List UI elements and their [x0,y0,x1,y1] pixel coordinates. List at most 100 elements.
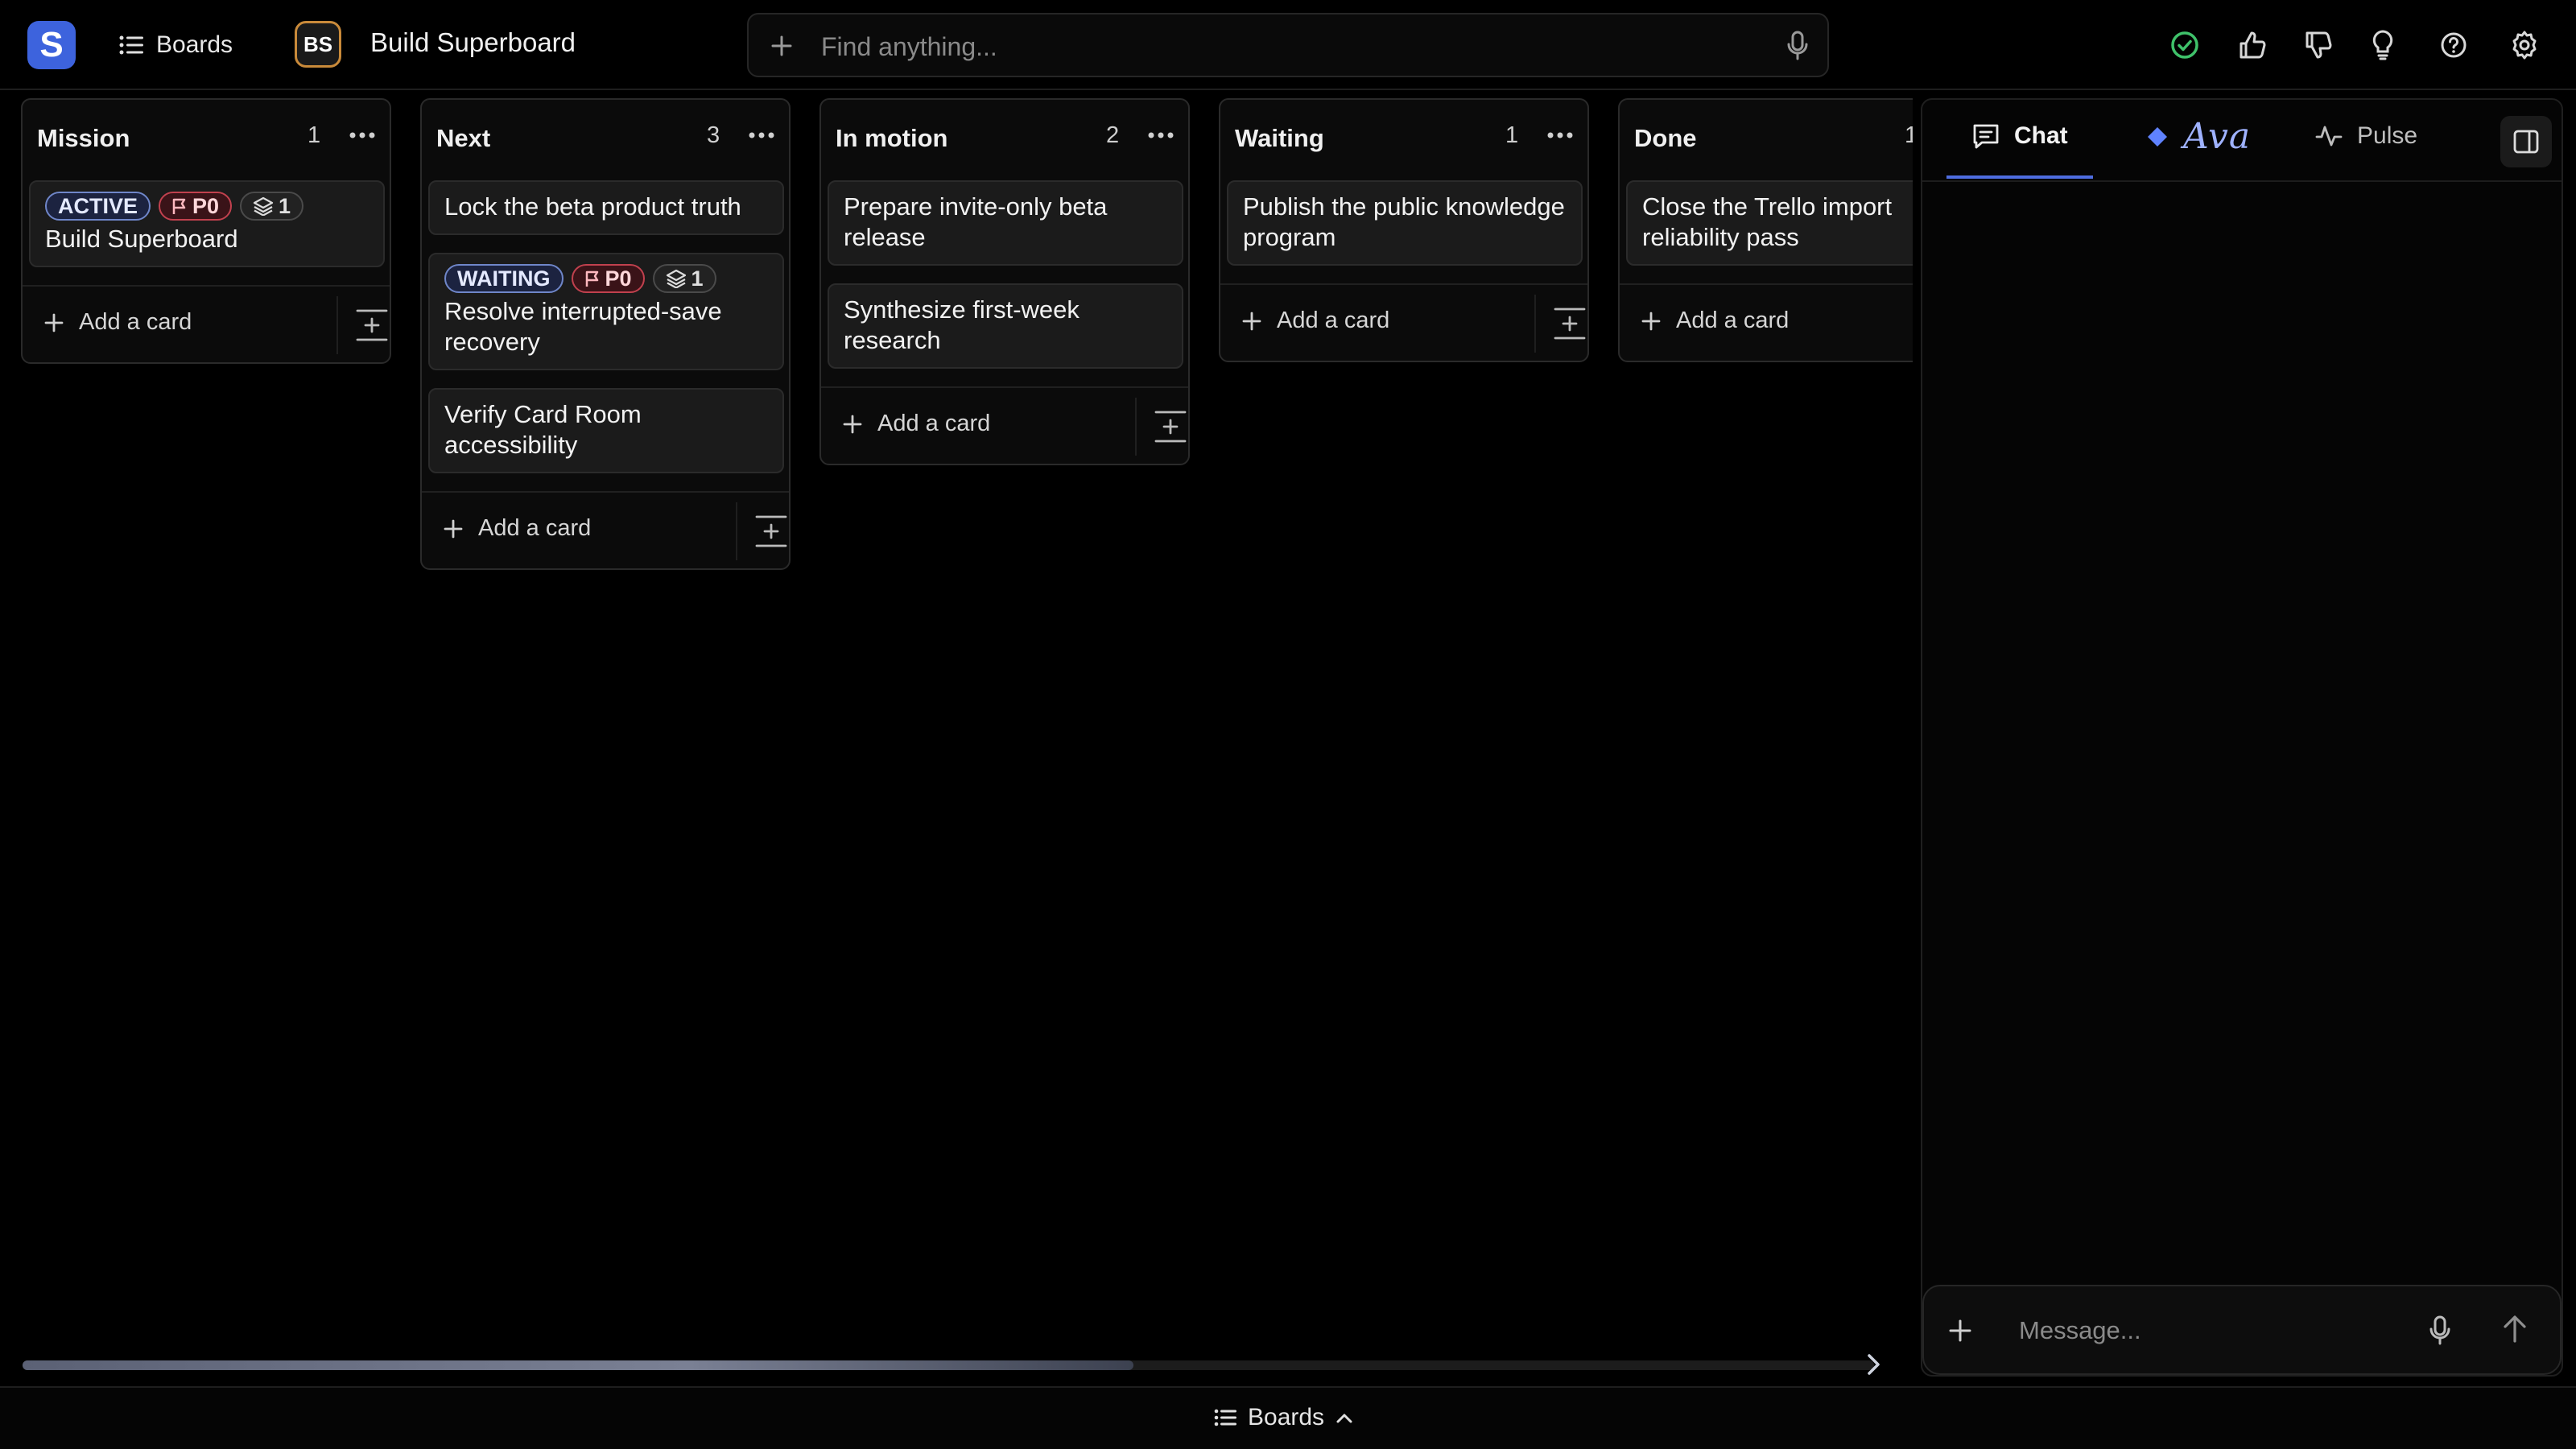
footer-divider [336,296,338,354]
card-template-icon[interactable] [755,514,787,549]
bottom-boards-button[interactable]: Boards [1214,1404,1353,1431]
subtask-badge: 1 [240,192,304,221]
add-card-button[interactable]: Add a card [842,411,990,437]
card[interactable]: Prepare invite-only beta release [828,180,1183,266]
logo-letter: S [39,25,64,64]
list-icon [1214,1409,1236,1426]
add-card-label: Add a card [79,309,192,335]
tab-ava-label: Ava [2183,116,2252,157]
card[interactable]: Publish the public knowledge program [1227,180,1583,266]
card[interactable]: ACTIVE P0 1 Build Superboard [29,180,385,267]
help-icon[interactable] [2436,27,2471,63]
assistant-panel: Chat Ava Pulse [1921,98,2563,1377]
microphone-icon[interactable] [2428,1315,2452,1346]
more-horizontal-icon[interactable] [1145,119,1177,151]
column-title[interactable]: In motion [836,124,947,153]
status-badge: WAITING [444,264,564,293]
board-avatar[interactable]: BS [295,21,341,68]
card[interactable]: Synthesize first-week research [828,283,1183,369]
board-title[interactable]: Build Superboard [370,27,576,58]
lightbulb-icon[interactable] [2365,27,2401,63]
pulse-icon [2315,126,2343,147]
plus-icon[interactable] [768,32,795,60]
column-title[interactable]: Waiting [1235,124,1324,153]
tab-pulse[interactable]: Pulse [2315,122,2417,150]
tab-chat-label: Chat [2014,122,2068,149]
diamond-icon [2148,126,2167,147]
column-next: Next 3 Lock the beta product truth WAITI… [420,98,791,570]
card-title: Publish the public knowledge program [1243,192,1565,251]
column-in-motion: In motion 2 Prepare invite-only beta rel… [819,98,1190,465]
column-footer: Add a card [422,491,789,568]
add-card-button[interactable]: Add a card [1241,308,1389,334]
plus-icon [1641,312,1661,330]
message-composer [1922,1285,2562,1375]
send-arrow-icon[interactable] [2500,1314,2529,1344]
board-horizontal-scrollbar[interactable] [23,1360,1874,1370]
card[interactable]: WAITING P0 1 Resolve interrupted-save re… [428,253,784,370]
column-title[interactable]: Mission [37,124,130,153]
attach-plus-icon[interactable] [1946,1317,1974,1344]
search-bar[interactable] [747,13,1829,77]
app-logo[interactable]: S [27,21,76,69]
gear-icon[interactable] [2507,27,2542,63]
add-card-label: Add a card [877,411,991,436]
priority-badge-label: P0 [192,193,220,218]
board-columns: Mission 1 ACTIVE P0 1 Build Superboard A… [0,92,1913,1388]
card-template-icon[interactable] [1154,409,1187,444]
bottom-boards-label: Boards [1248,1404,1325,1430]
add-card-button[interactable]: Add a card [443,515,591,542]
card-template-icon[interactable] [356,308,388,343]
thumbs-up-icon[interactable] [2235,27,2270,63]
card-badges: ACTIVE P0 1 [45,192,369,221]
column-done: Done 1 Close the Trello import reliabili… [1618,98,1913,362]
column-title[interactable]: Next [436,124,490,153]
card[interactable]: Verify Card Room accessibility [428,388,784,473]
more-horizontal-icon[interactable] [745,119,778,151]
status-badge: ACTIVE [45,192,151,221]
subtask-count: 1 [279,193,291,218]
chevron-up-icon [1336,1414,1352,1423]
column-title[interactable]: Done [1634,124,1697,153]
column-footer: Add a card [821,386,1188,464]
chevron-right-icon[interactable] [1864,1352,1884,1377]
card-template-icon[interactable] [1554,306,1586,341]
plus-icon [843,415,862,433]
check-circle-icon[interactable] [2167,27,2202,63]
column-header: Done 1 [1620,100,1913,180]
message-input[interactable] [2019,1311,2405,1351]
priority-badge: P0 [571,264,645,293]
card[interactable]: Lock the beta product truth [428,180,784,235]
card-title: Verify Card Room accessibility [444,400,642,459]
more-horizontal-icon[interactable] [346,119,378,151]
more-horizontal-icon[interactable] [1544,119,1576,151]
add-card-label: Add a card [478,515,592,541]
column-footer: Add a card [23,285,390,362]
layers-icon [253,196,274,216]
scrollbar-thumb[interactable] [23,1360,1133,1370]
thumbs-down-icon[interactable] [2301,27,2336,63]
column-header: Mission 1 [23,100,390,180]
plus-icon [1242,312,1261,330]
priority-badge: P0 [159,192,233,221]
tab-pulse-label: Pulse [2357,122,2418,149]
column-card-count: 1 [1905,122,1913,148]
status-badge-label: WAITING [457,266,551,291]
collapse-panel-button[interactable] [2500,116,2552,167]
column-footer: Add a card [1220,283,1587,361]
column-card-count: 2 [1106,122,1120,148]
boards-menu-button[interactable]: Boards [113,23,239,68]
add-card-button[interactable]: Add a card [1641,308,1789,334]
flag-icon [585,270,598,287]
footer-divider [1135,398,1137,456]
add-card-button[interactable]: Add a card [43,309,192,336]
add-card-label: Add a card [1277,308,1390,333]
microphone-icon[interactable] [1785,31,1810,61]
search-input[interactable] [821,27,1707,66]
card[interactable]: Close the Trello import reliability pass [1626,180,1913,266]
bottom-bar: Boards [0,1386,2576,1449]
panel-tabs: Chat Ava Pulse [1922,100,2562,182]
tab-ava[interactable]: Ava [2146,116,2251,157]
tab-chat[interactable]: Chat [1972,122,2068,150]
top-bar: S Boards BS Build Superboard [0,0,2576,90]
